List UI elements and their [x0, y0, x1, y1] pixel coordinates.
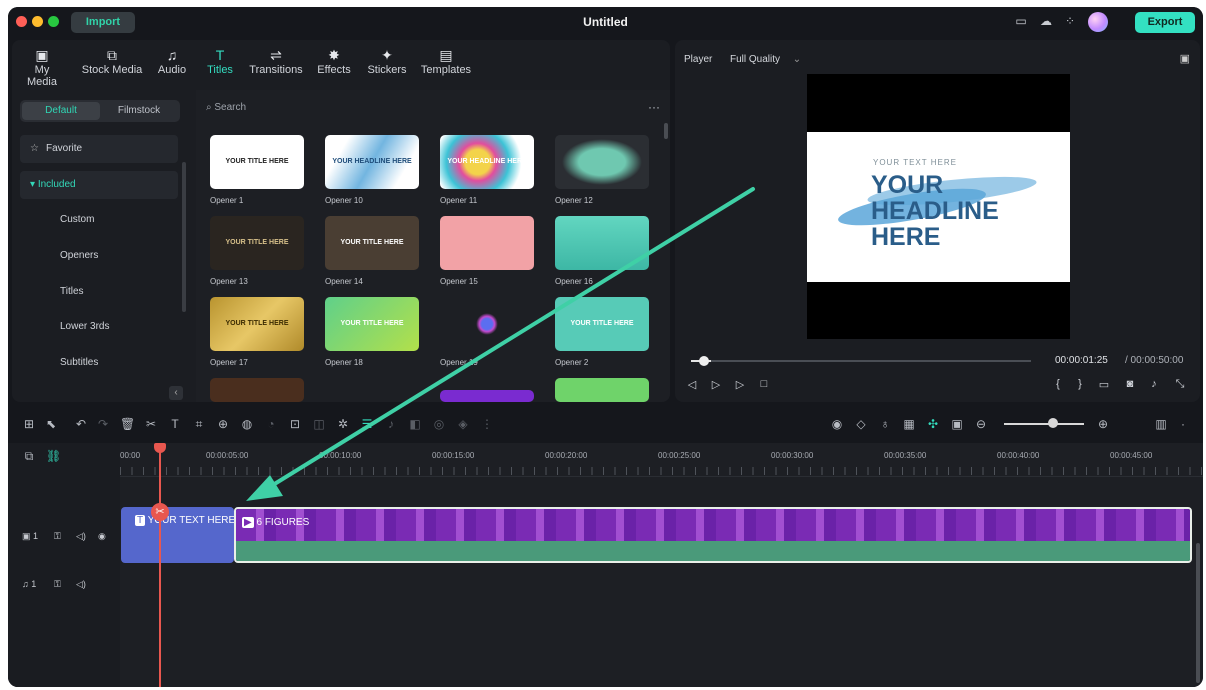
arrow-head [246, 475, 283, 501]
arrow-line [266, 187, 755, 490]
app-window: Import Untitled ▭ ☁ ⁘ Export ▣ My Media … [8, 7, 1203, 687]
annotation-arrow [246, 187, 755, 501]
